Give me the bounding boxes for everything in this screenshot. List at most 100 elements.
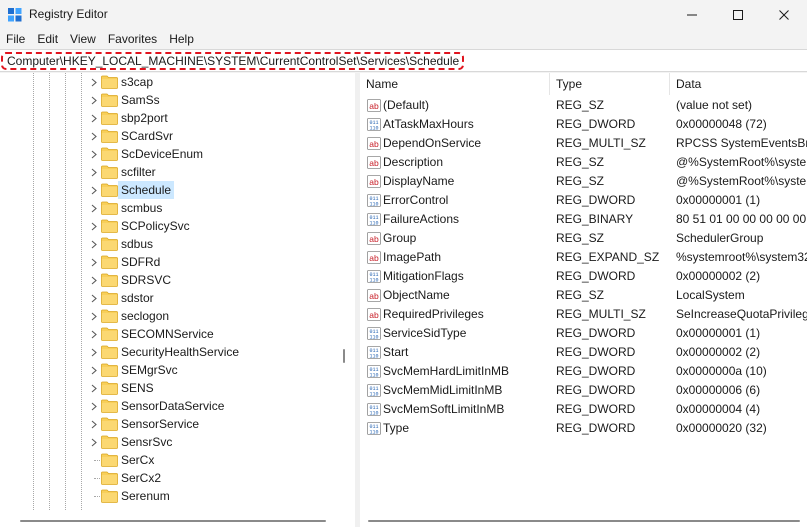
- tree-item[interactable]: SDRSVC: [0, 271, 340, 289]
- list-horizontal-scroll-thumb[interactable]: [368, 520, 800, 522]
- chevron-right-icon[interactable]: [89, 271, 99, 289]
- tree-item[interactable]: scfilter: [0, 163, 340, 181]
- column-header-name[interactable]: Name: [360, 73, 550, 95]
- tree-vertical-scroll-thumb[interactable]: [343, 349, 345, 363]
- list-horizontal-scrollbar[interactable]: [360, 510, 807, 527]
- tree-item[interactable]: SensorDataService: [0, 397, 340, 415]
- tree-item[interactable]: SENS: [0, 379, 340, 397]
- tree-item[interactable]: Schedule: [0, 181, 340, 199]
- tree-item-label[interactable]: SCPolicySvc: [118, 217, 193, 235]
- tree-item-label[interactable]: SEMgrSvc: [118, 361, 181, 379]
- chevron-right-icon[interactable]: [89, 307, 99, 325]
- value-row[interactable]: 011 110 Type REG_DWORD 0x00000020 (32): [360, 419, 807, 438]
- tree-item[interactable]: SensorService: [0, 415, 340, 433]
- chevron-right-icon[interactable]: [89, 127, 99, 145]
- tree-item[interactable]: Serenum: [0, 487, 340, 505]
- chevron-right-icon[interactable]: [89, 181, 99, 199]
- tree-item-label[interactable]: scmbus: [118, 199, 165, 217]
- chevron-right-icon[interactable]: [89, 415, 99, 433]
- value-row[interactable]: 011 110 ErrorControl REG_DWORD 0x00000001 (1…: [360, 191, 807, 210]
- menu-help[interactable]: Help: [163, 30, 200, 49]
- key-tree-pane[interactable]: s3cap SamSs sbp2port SCardSvr ScDeviceEnum sc…: [0, 73, 355, 527]
- chevron-right-icon[interactable]: [89, 73, 99, 91]
- chevron-right-icon[interactable]: [89, 343, 99, 361]
- value-row[interactable]: 011 110 FailureActions REG_BINARY 80 51 01 0…: [360, 210, 807, 229]
- tree-horizontal-scroll-thumb[interactable]: [20, 520, 326, 522]
- tree-item[interactable]: scmbus: [0, 199, 340, 217]
- chevron-right-icon[interactable]: [89, 163, 99, 181]
- tree-item[interactable]: ScDeviceEnum: [0, 145, 340, 163]
- value-row[interactable]: ab Description REG_SZ @%SystemRoot%\syster: [360, 153, 807, 172]
- tree-item-label[interactable]: sdstor: [118, 289, 157, 307]
- chevron-right-icon[interactable]: [89, 289, 99, 307]
- tree-item-label-selected[interactable]: Schedule: [118, 181, 175, 199]
- tree-item[interactable]: SerCx2: [0, 469, 340, 487]
- tree-item-label[interactable]: SensorService: [118, 415, 202, 433]
- value-row[interactable]: 011 110 Start REG_DWORD 0x00000002 (2): [360, 343, 807, 362]
- values-list-pane[interactable]: Name Type Data ab (Default) REG_SZ (value n…: [360, 73, 807, 527]
- tree-item-label[interactable]: Serenum: [118, 487, 173, 505]
- value-row[interactable]: 011 110 AtTaskMaxHours REG_DWORD 0x00000048 …: [360, 115, 807, 134]
- tree-item-label[interactable]: SerCx2: [118, 469, 164, 487]
- chevron-right-icon[interactable]: [89, 379, 99, 397]
- tree-item[interactable]: sdbus: [0, 235, 340, 253]
- tree-item-label[interactable]: SerCx: [118, 451, 157, 469]
- close-button[interactable]: [761, 0, 807, 30]
- chevron-right-icon[interactable]: [89, 91, 99, 109]
- value-row[interactable]: 011 110 SvcMemHardLimitInMB REG_DWORD 0x0000…: [360, 362, 807, 381]
- value-row[interactable]: ab DependOnService REG_MULTI_SZ RPCSS Syste…: [360, 134, 807, 153]
- chevron-right-icon[interactable]: [89, 325, 99, 343]
- chevron-right-icon[interactable]: [89, 109, 99, 127]
- tree-item-label[interactable]: SensrSvc: [118, 433, 175, 451]
- value-row[interactable]: ab Group REG_SZ SchedulerGroup: [360, 229, 807, 248]
- tree-item[interactable]: SEMgrSvc: [0, 361, 340, 379]
- chevron-right-icon[interactable]: [89, 217, 99, 235]
- tree-item-label[interactable]: sbp2port: [118, 109, 171, 127]
- tree-item-label[interactable]: SamSs: [118, 91, 163, 109]
- value-row[interactable]: 011 110 MitigationFlags REG_DWORD 0x00000002…: [360, 267, 807, 286]
- tree-item-label[interactable]: s3cap: [118, 73, 156, 91]
- tree-item-label[interactable]: SDFRd: [118, 253, 163, 271]
- chevron-right-icon[interactable]: [89, 253, 99, 271]
- tree-item-label[interactable]: SecurityHealthService: [118, 343, 242, 361]
- tree-item[interactable]: SDFRd: [0, 253, 340, 271]
- tree-item-label[interactable]: SCardSvr: [118, 127, 176, 145]
- tree-horizontal-scrollbar[interactable]: [0, 510, 337, 527]
- value-row[interactable]: ab DisplayName REG_SZ @%SystemRoot%\syster: [360, 172, 807, 191]
- value-row[interactable]: 011 110 SvcMemMidLimitInMB REG_DWORD 0x00000…: [360, 381, 807, 400]
- chevron-right-icon[interactable]: [89, 361, 99, 379]
- maximize-button[interactable]: [715, 0, 761, 30]
- tree-item[interactable]: sdstor: [0, 289, 340, 307]
- tree-vertical-scrollbar[interactable]: [337, 73, 355, 513]
- tree-item[interactable]: SCardSvr: [0, 127, 340, 145]
- tree-item-label[interactable]: SECOMNService: [118, 325, 217, 343]
- tree-item[interactable]: SecurityHealthService: [0, 343, 340, 361]
- minimize-button[interactable]: [669, 0, 715, 30]
- value-row[interactable]: ab RequiredPrivileges REG_MULTI_SZ SeIncrea…: [360, 305, 807, 324]
- value-row[interactable]: 011 110 ServiceSidType REG_DWORD 0x00000001 …: [360, 324, 807, 343]
- tree-item[interactable]: seclogon: [0, 307, 340, 325]
- column-header-data[interactable]: Data: [670, 73, 807, 95]
- tree-item-label[interactable]: scfilter: [118, 163, 159, 181]
- menu-view[interactable]: View: [64, 30, 102, 49]
- chevron-right-icon[interactable]: [89, 433, 99, 451]
- tree-item-label[interactable]: seclogon: [118, 307, 172, 325]
- tree-item[interactable]: SerCx: [0, 451, 340, 469]
- address-bar[interactable]: Computer\HKEY_LOCAL_MACHINE\SYSTEM\Curre…: [0, 49, 807, 72]
- tree-item[interactable]: SECOMNService: [0, 325, 340, 343]
- tree-item[interactable]: sbp2port: [0, 109, 340, 127]
- column-header-type[interactable]: Type: [550, 73, 670, 95]
- tree-item-label[interactable]: SDRSVC: [118, 271, 174, 289]
- tree-item-label[interactable]: SENS: [118, 379, 157, 397]
- chevron-right-icon[interactable]: [89, 199, 99, 217]
- tree-item[interactable]: SCPolicySvc: [0, 217, 340, 235]
- menu-favorites[interactable]: Favorites: [102, 30, 163, 49]
- tree-item-label[interactable]: sdbus: [118, 235, 156, 253]
- value-row[interactable]: 011 110 SvcMemSoftLimitInMB REG_DWORD 0x0000…: [360, 400, 807, 419]
- menu-file[interactable]: File: [0, 30, 31, 49]
- tree-item[interactable]: s3cap: [0, 73, 340, 91]
- chevron-right-icon[interactable]: [89, 145, 99, 163]
- address-path[interactable]: Computer\HKEY_LOCAL_MACHINE\SYSTEM\Curre…: [1, 52, 465, 70]
- value-row[interactable]: ab ImagePath REG_EXPAND_SZ %systemroot%\sys…: [360, 248, 807, 267]
- tree-item[interactable]: SamSs: [0, 91, 340, 109]
